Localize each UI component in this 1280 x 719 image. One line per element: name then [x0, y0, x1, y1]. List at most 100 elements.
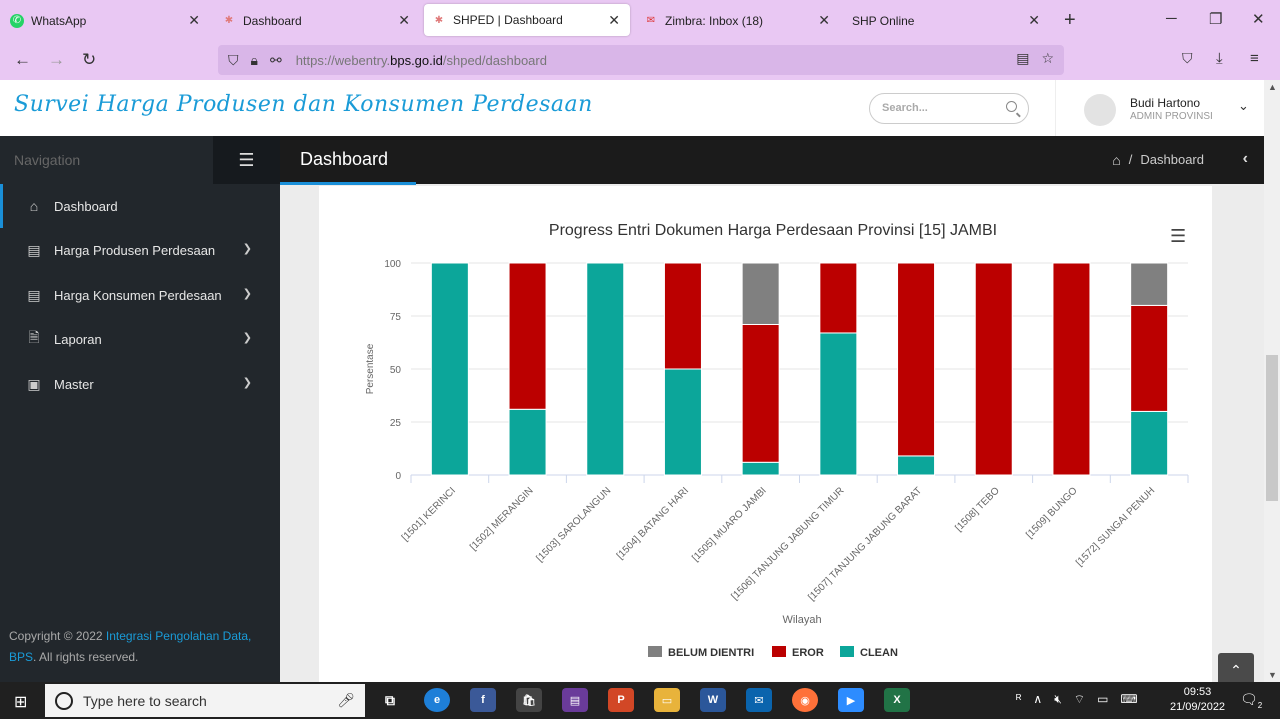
search-icon[interactable] [1006, 101, 1017, 112]
chart-bar-segment[interactable] [508, 408, 547, 476]
address-bar[interactable]: ⛉ 🔒︎ ⚯ https://webentry.bps.go.id/shped/… [218, 45, 1064, 75]
battery-icon[interactable]: ▭ [1097, 692, 1108, 707]
chevron-up-icon[interactable]: ∧ [1033, 692, 1042, 707]
avatar[interactable] [1084, 94, 1116, 126]
permissions-icon[interactable]: ⚯ [270, 52, 282, 69]
close-window-icon[interactable]: ✕ [1252, 10, 1265, 28]
mail-icon[interactable]: ✉ [746, 688, 772, 712]
home-icon[interactable]: ⌂ [1112, 152, 1120, 168]
shield-icon[interactable]: ⛉ [228, 52, 239, 69]
scrollbar-thumb[interactable] [1266, 355, 1278, 501]
speaker-muted-icon[interactable]: 🔇︎ [1054, 692, 1062, 707]
chart-menu-icon[interactable]: ☰ [1170, 226, 1186, 247]
tab-zimbra[interactable]: ✉ Zimbra: Inbox (18) ✕ [644, 0, 840, 41]
close-icon[interactable]: ✕ [188, 12, 200, 29]
file-explorer-icon[interactable]: ▭ [654, 688, 680, 712]
forward-icon[interactable]: → [48, 50, 65, 70]
edge-icon[interactable]: e [424, 688, 450, 712]
sidebar-item-master[interactable]: ▣ Master ❯ [0, 362, 280, 406]
chart-bar-segment[interactable] [819, 332, 858, 476]
wifi-icon[interactable]: ⌔ [1074, 692, 1085, 707]
new-tab-icon[interactable]: + [1064, 9, 1076, 32]
legend-label: BELUM DIENTRI [668, 647, 754, 659]
search-input[interactable]: Search... [869, 93, 1029, 124]
chart-bar-segment[interactable] [1130, 262, 1169, 306]
legend-item[interactable]: BELUM DIENTRI [648, 646, 754, 659]
sidebar-item-harga-produsen[interactable]: ▤ Harga Produsen Perdesaan ❯ [0, 228, 280, 272]
chart-bar-segment[interactable] [663, 262, 702, 370]
chart-bar-segment[interactable] [741, 461, 780, 476]
chevron-left-icon[interactable]: ‹ [1243, 150, 1248, 168]
windows-start-icon[interactable]: ⊞ [14, 692, 27, 712]
minimize-icon[interactable]: ─ [1166, 10, 1177, 27]
store-icon[interactable]: 🛍︎ [516, 688, 542, 712]
excel-icon[interactable]: X [884, 688, 910, 712]
chart-bar-segment[interactable] [586, 262, 625, 476]
firefox-icon[interactable]: ◉ [792, 688, 818, 712]
scroll-up-icon[interactable]: ▲ [1268, 82, 1277, 92]
legend-item[interactable]: EROR [772, 646, 824, 659]
microphone-icon[interactable]: 🎤︎ [337, 692, 355, 709]
winrar-icon[interactable]: ▤ [562, 688, 588, 712]
chart-bar-segment[interactable] [897, 455, 936, 476]
close-icon[interactable]: ✕ [1028, 12, 1040, 29]
chart-bar-segment[interactable] [663, 368, 702, 476]
close-icon[interactable]: ✕ [608, 12, 620, 29]
x-tick-label: [1504] BATANG HARI [615, 485, 691, 561]
sidebar-item-harga-konsumen[interactable]: ▤ Harga Konsumen Perdesaan ❯ [0, 273, 280, 317]
reader-view-icon[interactable]: ▤ [1016, 50, 1029, 67]
zoom-icon[interactable]: ▶ [838, 688, 864, 712]
word-icon[interactable]: W [700, 688, 726, 712]
scroll-down-icon[interactable]: ▼ [1268, 670, 1277, 680]
tab-dashboard[interactable]: ✱ Dashboard ✕ [222, 0, 420, 41]
facebook-icon[interactable]: f [470, 688, 496, 712]
chart-bar-segment[interactable] [741, 262, 780, 325]
taskbar-clock[interactable]: 09:53 21/09/2022 [1170, 685, 1225, 715]
task-view-icon[interactable]: ⧉ [377, 688, 403, 712]
sidebar-item-label: Harga Produsen Perdesaan [54, 242, 216, 258]
legend-label: EROR [792, 647, 824, 659]
restore-icon[interactable]: ❐ [1209, 10, 1222, 28]
reload-icon[interactable]: ↻ [82, 50, 96, 70]
close-icon[interactable]: ✕ [398, 12, 410, 29]
card-icon: ▣ [27, 375, 41, 392]
tab-whatsapp[interactable]: ✆ WhatsApp ✕ [10, 0, 210, 41]
chart-bar-segment[interactable] [741, 323, 780, 463]
page-title: Dashboard [300, 149, 389, 169]
close-icon[interactable]: ✕ [818, 12, 830, 29]
chart-bar-segment[interactable] [819, 262, 858, 334]
x-tick-label: [1508] TEBO [953, 485, 1002, 534]
y-tick-label: 25 [390, 418, 402, 429]
chart-bar-segment[interactable] [1052, 262, 1091, 476]
x-tick-label: [1572] SUNGAI PENUH [1074, 485, 1157, 568]
lock-icon[interactable]: 🔒︎ [251, 52, 258, 69]
pocket-icon[interactable]: ⛉ [1182, 50, 1193, 67]
chart-bar-segment[interactable] [1130, 410, 1169, 476]
tab-shped-dashboard[interactable]: ✱ SHPED | Dashboard ✕ [424, 4, 630, 36]
chart-bar-segment[interactable] [974, 262, 1013, 476]
chevron-down-icon[interactable]: ⌄ [1238, 98, 1249, 114]
powerpoint-icon[interactable]: P [608, 688, 634, 712]
tab-shp-online[interactable]: SHP Online ✕ [852, 0, 1050, 41]
chart-bar-segment[interactable] [1130, 304, 1169, 412]
downloads-icon[interactable]: ⤓ [1216, 50, 1223, 67]
url-text[interactable]: https://webentry.bps.go.id/shped/dashboa… [296, 53, 547, 68]
hamburger-icon[interactable]: ☰ [213, 136, 280, 184]
sidebar-item-dashboard[interactable]: ⌂ Dashboard [0, 184, 280, 228]
page-scrollbar[interactable]: ▲ ▼ [1264, 80, 1280, 682]
menu-icon[interactable]: ≡ [1250, 50, 1259, 67]
keyboard-icon[interactable]: ⌨ [1120, 692, 1137, 707]
chart-bar-segment[interactable] [897, 262, 936, 457]
taskbar-search-input[interactable]: Type here to search 🎤︎ [45, 684, 365, 717]
zimbra-icon: ✉ [646, 15, 656, 26]
legend-item[interactable]: CLEAN [840, 646, 898, 659]
chart-bar-segment[interactable] [508, 262, 547, 410]
notification-icon[interactable]: 🗨︎2 [1240, 691, 1262, 710]
user-menu[interactable]: Budi Hartono ADMIN PROVINSI ⌄ [1055, 80, 1264, 136]
back-icon[interactable]: ← [14, 50, 31, 70]
chart-bar-segment[interactable] [430, 262, 469, 476]
people-icon[interactable]: ᴿ [1016, 692, 1021, 707]
bookmark-star-icon[interactable]: ☆ [1041, 50, 1054, 67]
user-role: ADMIN PROVINSI [1130, 111, 1213, 122]
sidebar-item-laporan[interactable]: 🗎︎ Laporan ❯ [0, 317, 280, 361]
